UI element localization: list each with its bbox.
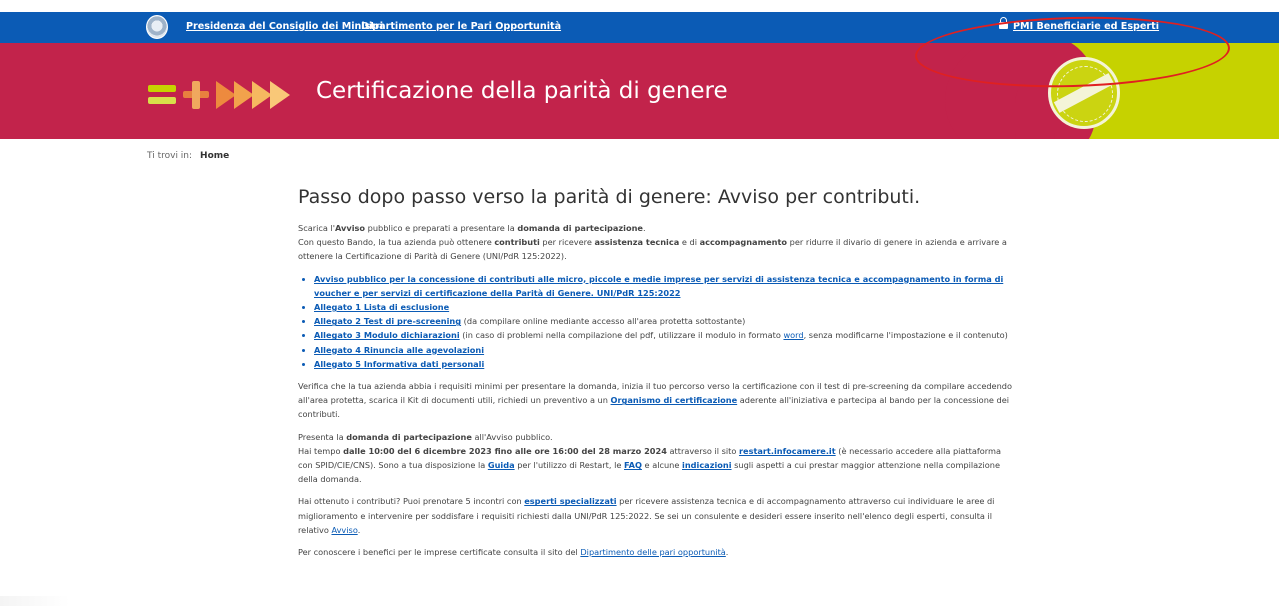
intro-paragraph: Scarica l'Avviso pubblico e preparati a … bbox=[298, 223, 1007, 262]
experts-paragraph: Hai ottenuto i contributi? Puoi prenotar… bbox=[298, 496, 995, 535]
documents-list: Avviso pubblico per la concessione di co… bbox=[314, 272, 1018, 371]
presidenza-link[interactable]: Presidenza del Consiglio dei Ministri bbox=[186, 21, 383, 32]
page-title: Passo dopo passo verso la parità di gene… bbox=[298, 186, 921, 208]
list-item: Allegato 2 Test di pre-screening (da com… bbox=[314, 314, 1018, 328]
top-white-strip bbox=[0, 0, 1279, 12]
benefits-paragraph: Per conoscere i benefici per le imprese … bbox=[298, 547, 729, 558]
organismo-certificazione-link[interactable]: Organismo di certificazione bbox=[611, 395, 738, 405]
apply-paragraph: Presenta la domanda di partecipazione al… bbox=[298, 431, 1001, 485]
pmi-login-link[interactable]: PMI Beneficiarie ed Esperti bbox=[999, 17, 1160, 32]
indicazioni-link[interactable]: indicazioni bbox=[682, 460, 732, 470]
avviso-esperti-link[interactable]: Avviso bbox=[331, 525, 357, 535]
allegato-5-link[interactable]: Allegato 5 Informativa dati personali bbox=[314, 359, 484, 369]
allegato-2-link[interactable]: Allegato 2 Test di pre-screening bbox=[314, 316, 461, 326]
breadcrumb-prefix: Ti trovi in: bbox=[147, 151, 193, 161]
site-logo[interactable] bbox=[148, 81, 308, 109]
top-navigation-bar: Presidenza del Consiglio dei Ministri Di… bbox=[0, 12, 1279, 43]
list-item: Allegato 4 Rinuncia alle agevolazioni bbox=[314, 343, 1018, 357]
dipartimento-pari-opportunita-link[interactable]: Dipartimento delle pari opportunità bbox=[580, 547, 725, 557]
main-content: Passo dopo passo verso la parità di gene… bbox=[298, 186, 1018, 567]
list-item: Allegato 3 Modulo dichiarazioni (in caso… bbox=[314, 328, 1018, 342]
header-banner: Certificazione della parità di genere bbox=[0, 43, 1279, 139]
breadcrumb: Ti trovi in: Home bbox=[147, 151, 229, 161]
esperti-specializzati-link[interactable]: esperti specializzati bbox=[524, 496, 616, 506]
allegato-4-link[interactable]: Allegato 4 Rinuncia alle agevolazioni bbox=[314, 345, 484, 355]
site-title: Certificazione della parità di genere bbox=[316, 78, 728, 104]
list-item: Avviso pubblico per la concessione di co… bbox=[314, 272, 1018, 300]
guida-link[interactable]: Guida bbox=[488, 460, 515, 470]
lock-icon bbox=[999, 17, 1008, 29]
list-item: Allegato 1 Lista di esclusione bbox=[314, 300, 1018, 314]
breadcrumb-home[interactable]: Home bbox=[200, 151, 229, 161]
certification-seal-icon bbox=[1048, 57, 1120, 129]
verify-paragraph: Verifica che la tua azienda abbia i requ… bbox=[298, 381, 1012, 420]
pmi-login-label: PMI Beneficiarie ed Esperti bbox=[1013, 21, 1160, 32]
list-item: Allegato 5 Informativa dati personali bbox=[314, 357, 1018, 371]
allegato-1-link[interactable]: Allegato 1 Lista di esclusione bbox=[314, 302, 449, 312]
bottom-left-fade bbox=[0, 596, 70, 606]
restart-link[interactable]: restart.infocamere.it bbox=[739, 446, 836, 456]
avviso-pubblico-link[interactable]: Avviso pubblico per la concessione di co… bbox=[314, 274, 1003, 298]
word-format-link[interactable]: word bbox=[783, 330, 803, 340]
government-emblem-icon bbox=[146, 15, 168, 39]
faq-link[interactable]: FAQ bbox=[624, 460, 642, 470]
allegato-3-link[interactable]: Allegato 3 Modulo dichiarazioni bbox=[314, 330, 460, 340]
dipartimento-link[interactable]: Dipartimento per le Pari Opportunità bbox=[361, 21, 561, 32]
